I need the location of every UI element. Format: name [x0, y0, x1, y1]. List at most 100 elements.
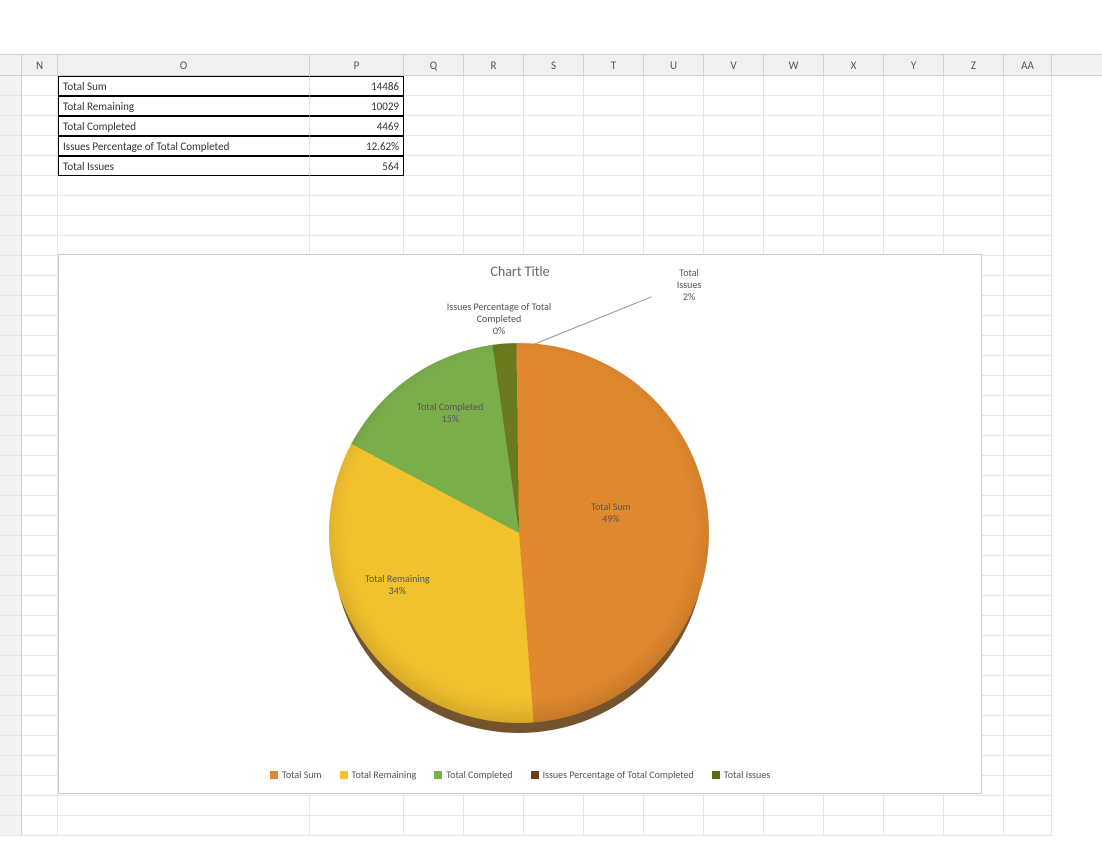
cell[interactable]: [944, 136, 1004, 156]
cell[interactable]: [884, 136, 944, 156]
cell[interactable]: [22, 816, 58, 836]
cell[interactable]: [704, 156, 764, 176]
cell[interactable]: [22, 756, 58, 776]
cell[interactable]: [524, 796, 584, 816]
cell[interactable]: [404, 116, 464, 136]
cell[interactable]: [22, 216, 58, 236]
cell[interactable]: [22, 516, 58, 536]
cell[interactable]: Total Completed: [58, 116, 310, 136]
cell[interactable]: [1004, 416, 1052, 436]
cell[interactable]: [644, 796, 704, 816]
cell[interactable]: [1004, 356, 1052, 376]
cell[interactable]: [524, 136, 584, 156]
cell[interactable]: [944, 96, 1004, 116]
row-header[interactable]: [0, 76, 22, 96]
cell[interactable]: [584, 216, 644, 236]
cell[interactable]: [1004, 476, 1052, 496]
cell[interactable]: [1004, 276, 1052, 296]
cell[interactable]: [884, 156, 944, 176]
cell[interactable]: [22, 276, 58, 296]
cell[interactable]: [884, 196, 944, 216]
cell[interactable]: [944, 816, 1004, 836]
cell[interactable]: [22, 316, 58, 336]
cell[interactable]: [404, 816, 464, 836]
cell[interactable]: [584, 196, 644, 216]
row-header[interactable]: [0, 416, 22, 436]
row-header[interactable]: [0, 776, 22, 796]
col-header-AA[interactable]: AA: [1004, 55, 1052, 75]
row-header[interactable]: [0, 316, 22, 336]
cell[interactable]: [22, 596, 58, 616]
row-header[interactable]: [0, 216, 22, 236]
cell[interactable]: [704, 176, 764, 196]
cell[interactable]: [404, 796, 464, 816]
cell[interactable]: [1004, 736, 1052, 756]
cell[interactable]: [404, 96, 464, 116]
row-header[interactable]: [0, 536, 22, 556]
row-header[interactable]: [0, 656, 22, 676]
row-header[interactable]: [0, 236, 22, 256]
cell[interactable]: [584, 156, 644, 176]
cell[interactable]: [58, 796, 310, 816]
row-header[interactable]: [0, 636, 22, 656]
cell[interactable]: [524, 156, 584, 176]
row-header[interactable]: [0, 376, 22, 396]
cell[interactable]: [1004, 156, 1052, 176]
cell[interactable]: [644, 816, 704, 836]
cell[interactable]: [22, 656, 58, 676]
cell[interactable]: [1004, 116, 1052, 136]
cell[interactable]: [1004, 316, 1052, 336]
cell[interactable]: [944, 216, 1004, 236]
row-header[interactable]: [0, 256, 22, 276]
cell[interactable]: [704, 96, 764, 116]
cell[interactable]: [22, 116, 58, 136]
cell[interactable]: [1004, 376, 1052, 396]
col-header-Y[interactable]: Y: [884, 55, 944, 75]
cell[interactable]: [704, 76, 764, 96]
cell[interactable]: [1004, 656, 1052, 676]
cell[interactable]: [1004, 596, 1052, 616]
cell[interactable]: [584, 816, 644, 836]
cell[interactable]: [22, 396, 58, 416]
cell[interactable]: [1004, 796, 1052, 816]
cell[interactable]: [644, 176, 704, 196]
cell[interactable]: [944, 176, 1004, 196]
cell[interactable]: [1004, 396, 1052, 416]
cell[interactable]: [310, 816, 404, 836]
row-header[interactable]: [0, 516, 22, 536]
row-header[interactable]: [0, 676, 22, 696]
cell[interactable]: [1004, 336, 1052, 356]
cell[interactable]: [1004, 616, 1052, 636]
row-header[interactable]: [0, 116, 22, 136]
cell[interactable]: [464, 116, 524, 136]
cell[interactable]: [22, 676, 58, 696]
cell[interactable]: [584, 176, 644, 196]
cell[interactable]: [524, 176, 584, 196]
cell[interactable]: [1004, 436, 1052, 456]
cell[interactable]: [1004, 136, 1052, 156]
row-header[interactable]: [0, 736, 22, 756]
row-header[interactable]: [0, 476, 22, 496]
cell[interactable]: [22, 736, 58, 756]
cell[interactable]: [704, 116, 764, 136]
cell[interactable]: [22, 176, 58, 196]
cell[interactable]: [764, 816, 824, 836]
cell[interactable]: [824, 116, 884, 136]
cell[interactable]: [944, 116, 1004, 136]
cell[interactable]: [1004, 816, 1052, 836]
cell[interactable]: [644, 116, 704, 136]
cell[interactable]: [404, 216, 464, 236]
cell[interactable]: [22, 356, 58, 376]
row-header[interactable]: [0, 396, 22, 416]
cell[interactable]: [524, 96, 584, 116]
cell[interactable]: [704, 816, 764, 836]
row-header[interactable]: [0, 176, 22, 196]
cell[interactable]: [22, 716, 58, 736]
col-header-O[interactable]: O: [58, 55, 310, 75]
cell[interactable]: [884, 216, 944, 236]
cell[interactable]: [310, 216, 404, 236]
col-header-U[interactable]: U: [644, 55, 704, 75]
cell[interactable]: [22, 416, 58, 436]
row-header[interactable]: [0, 496, 22, 516]
row-header[interactable]: [0, 716, 22, 736]
